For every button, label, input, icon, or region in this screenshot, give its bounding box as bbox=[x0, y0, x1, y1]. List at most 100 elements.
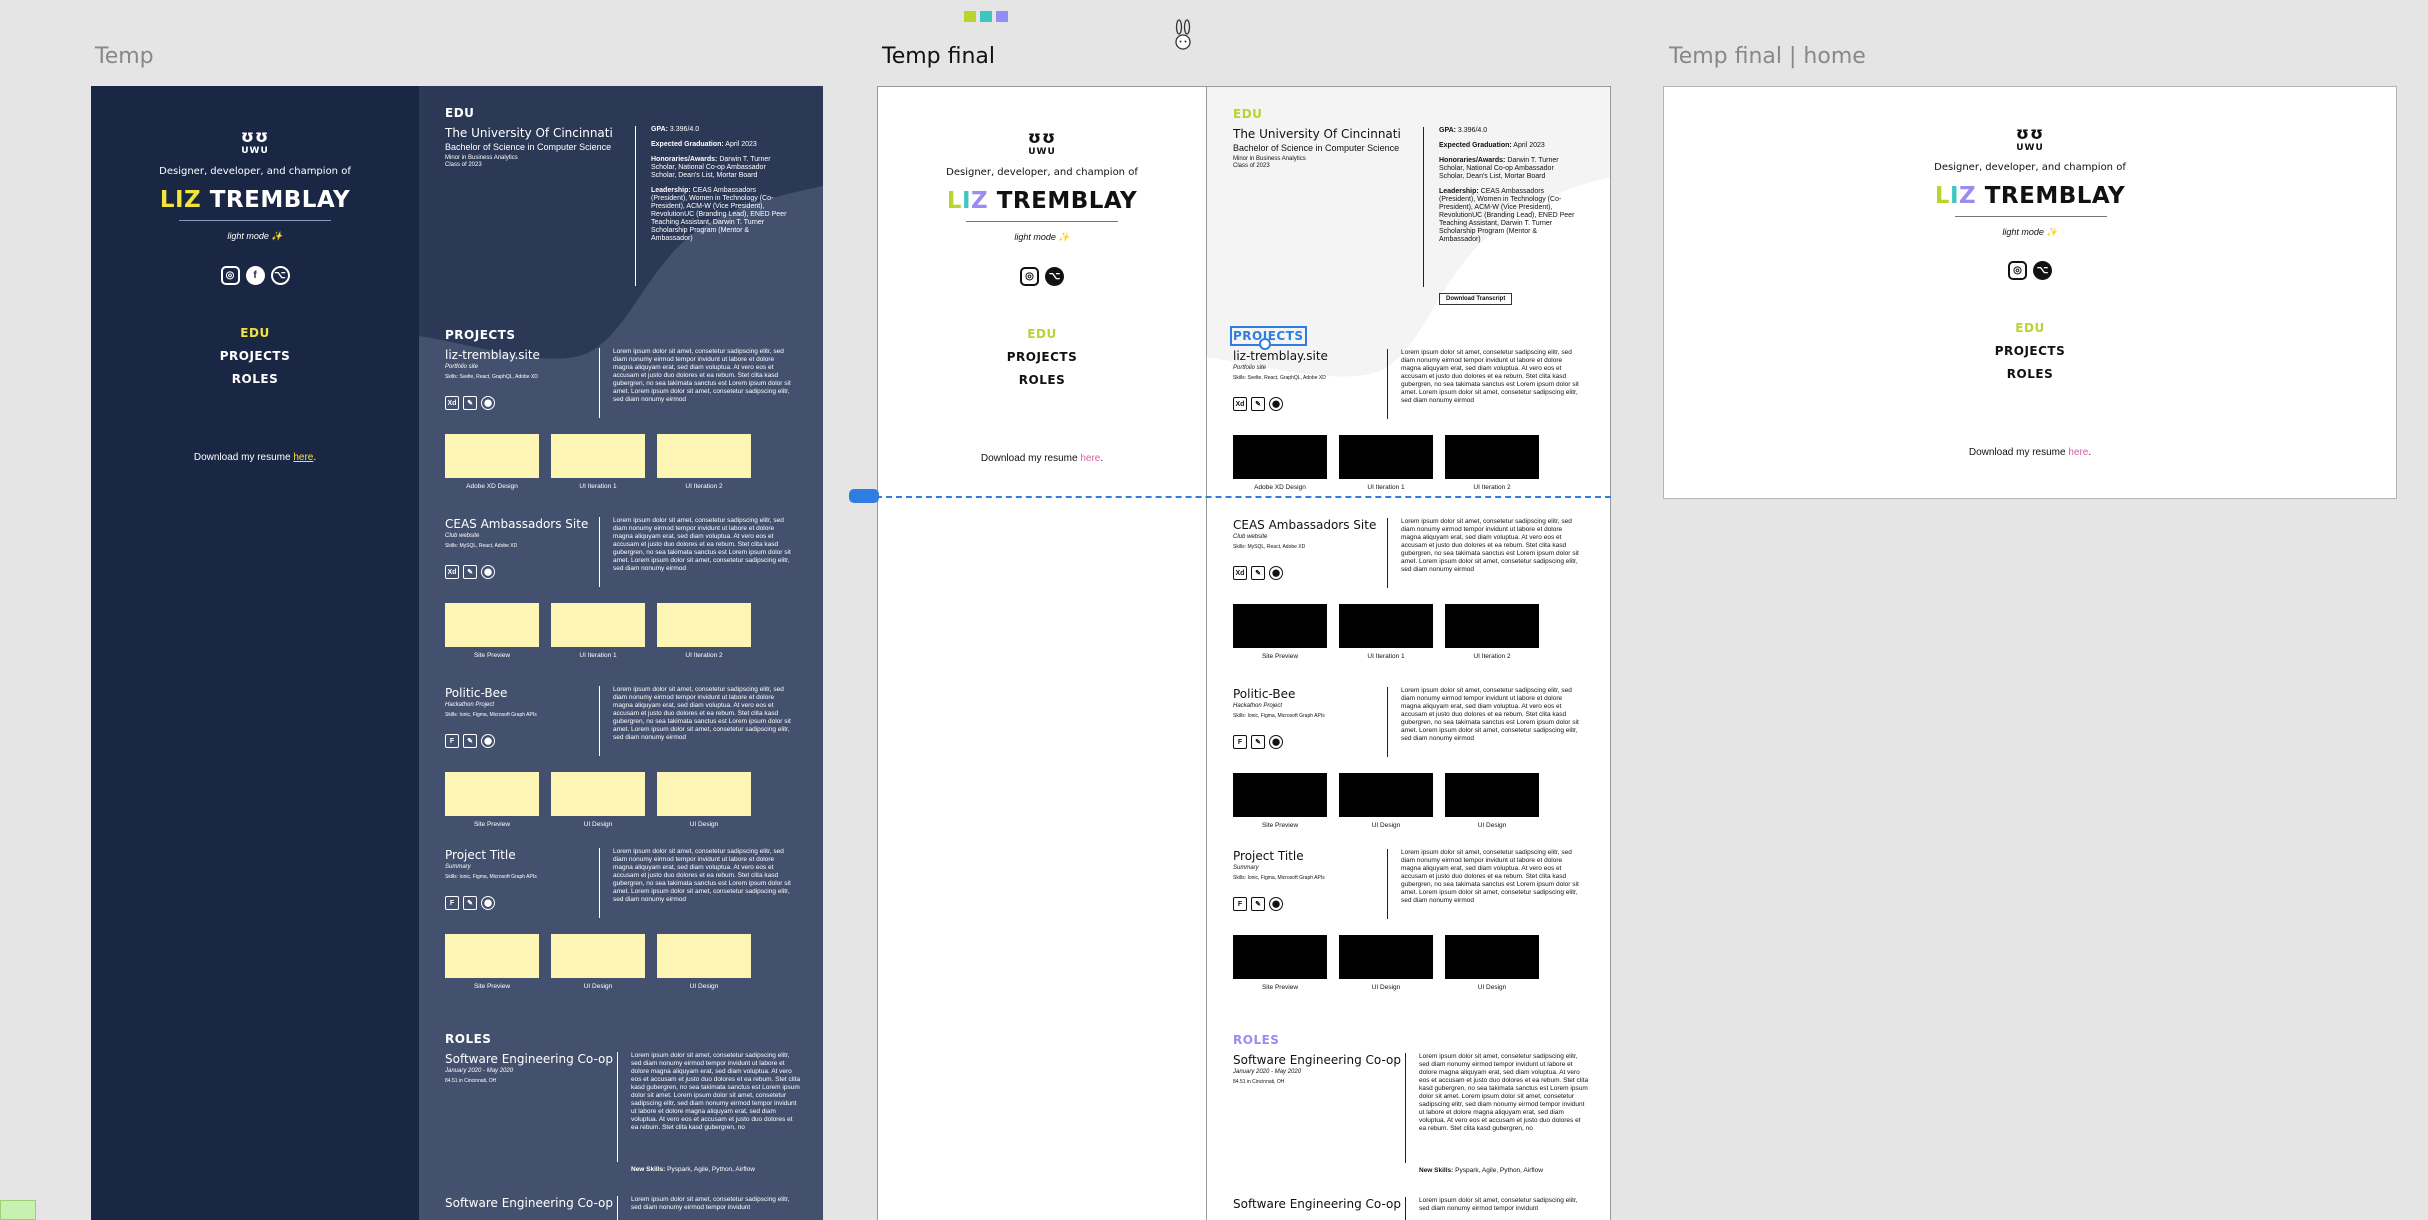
adobe-xd-icon[interactable]: Xd bbox=[1233, 397, 1247, 411]
swatch-lime[interactable] bbox=[964, 11, 976, 22]
canvas-marker[interactable] bbox=[0, 1200, 36, 1220]
project-thumbnail[interactable] bbox=[1339, 435, 1433, 479]
nav-projects[interactable]: PROJECTS bbox=[1664, 340, 2396, 363]
figma-icon[interactable]: F bbox=[445, 896, 459, 910]
project-thumbnail[interactable] bbox=[551, 772, 645, 816]
link-icon[interactable]: ✎ bbox=[1251, 566, 1265, 580]
adobe-xd-icon[interactable]: Xd bbox=[445, 565, 459, 579]
project-thumbnail[interactable] bbox=[445, 934, 539, 978]
adobe-xd-icon[interactable]: Xd bbox=[445, 396, 459, 410]
link-icon[interactable]: ✎ bbox=[1251, 735, 1265, 749]
mode-toggle[interactable]: light mode ✨ bbox=[878, 232, 1206, 243]
mode-toggle[interactable]: light mode ✨ bbox=[91, 231, 419, 242]
project-thumbnail[interactable] bbox=[1339, 773, 1433, 817]
university-block: The University Of Cincinnati Bachelor of… bbox=[1233, 127, 1423, 169]
role-location: 84.51 in Cincinnati, OH bbox=[445, 1078, 497, 1084]
mode-toggle[interactable]: light mode ✨ bbox=[1664, 227, 2396, 238]
name-heading: LIZ TREMBLAY bbox=[946, 188, 1138, 214]
github-icon[interactable]: ⬤ bbox=[1269, 397, 1283, 411]
project-skills: Skills: Ionic, Figma, Microsoft Graph AP… bbox=[445, 874, 537, 880]
github-icon[interactable]: ⬤ bbox=[481, 396, 495, 410]
link-icon[interactable]: ✎ bbox=[463, 396, 477, 410]
github-icon[interactable]: ⬤ bbox=[481, 734, 495, 748]
project-thumbnail[interactable] bbox=[1445, 604, 1539, 648]
frame-label-temp-final-home[interactable]: Temp final | home bbox=[1669, 44, 1866, 69]
frame-label-temp-final[interactable]: Temp final bbox=[882, 44, 995, 69]
frame-temp-final-home[interactable]: ʊʊ UWU Designer, developer, and champion … bbox=[1663, 86, 2397, 499]
frame-label-temp[interactable]: Temp bbox=[95, 44, 154, 69]
project-thumbnail[interactable] bbox=[657, 603, 751, 647]
nav-projects[interactable]: PROJECTS bbox=[91, 345, 419, 368]
nav-edu[interactable]: EDU bbox=[878, 323, 1206, 346]
project-skills: Skills: Ionic, Figma, Microsoft Graph AP… bbox=[1233, 875, 1325, 881]
resume-line: Download my resume here. bbox=[1968, 447, 2092, 458]
thumbnail-caption: Site Preview bbox=[1261, 653, 1299, 660]
github-icon[interactable]: ⌥ bbox=[1045, 267, 1064, 286]
project-card: Politic-Bee Hackathon Project Skills: Io… bbox=[1233, 687, 1593, 847]
link-icon[interactable]: ✎ bbox=[1251, 397, 1265, 411]
edu-details: GPA: 3.396/4.0 Expected Graduation: Apri… bbox=[1439, 127, 1575, 243]
project-title: liz-tremblay.site bbox=[445, 348, 540, 362]
project-thumbnail[interactable] bbox=[657, 772, 751, 816]
nav-roles[interactable]: ROLES bbox=[878, 369, 1206, 392]
class-year: Class of 2023 bbox=[445, 162, 482, 168]
link-icon[interactable]: ✎ bbox=[463, 734, 477, 748]
swatch-purple[interactable] bbox=[996, 11, 1008, 22]
project-thumbnail[interactable] bbox=[445, 434, 539, 478]
project-thumbnail[interactable] bbox=[551, 434, 645, 478]
project-thumbnail[interactable] bbox=[551, 603, 645, 647]
scroll-guide-line[interactable] bbox=[866, 496, 1611, 498]
github-icon[interactable]: ⬤ bbox=[1269, 566, 1283, 580]
nav-roles[interactable]: ROLES bbox=[1664, 363, 2396, 386]
github-icon[interactable]: ⬤ bbox=[481, 896, 495, 910]
frame-temp-final[interactable]: ʊʊ UWU Designer, developer, and champion … bbox=[877, 86, 1611, 1220]
project-thumbnail[interactable] bbox=[1445, 773, 1539, 817]
project-thumbnail[interactable] bbox=[1445, 935, 1539, 979]
instagram-icon[interactable]: ◎ bbox=[2008, 261, 2027, 280]
github-icon[interactable]: ⬤ bbox=[1269, 897, 1283, 911]
figma-icon[interactable]: F bbox=[1233, 735, 1247, 749]
resume-link[interactable]: here bbox=[2068, 447, 2088, 458]
adobe-xd-icon[interactable]: Xd bbox=[1233, 566, 1247, 580]
nav-edu[interactable]: EDU bbox=[1664, 317, 2396, 340]
github-icon[interactable]: ⌥ bbox=[2033, 261, 2052, 280]
project-thumbnail[interactable] bbox=[1339, 935, 1433, 979]
download-transcript-button[interactable]: Download Transcript bbox=[1439, 293, 1513, 305]
github-icon[interactable]: ⌥ bbox=[270, 266, 290, 285]
nav-roles[interactable]: ROLES bbox=[91, 368, 419, 391]
thumbnail-caption: UI Iteration 2 bbox=[685, 483, 723, 490]
project-thumbnail[interactable] bbox=[1445, 435, 1539, 479]
thumbnail-caption: UI Iteration 2 bbox=[685, 652, 723, 659]
project-thumbnail[interactable] bbox=[445, 603, 539, 647]
scroll-guide-handle[interactable] bbox=[849, 489, 879, 503]
link-icon[interactable]: ✎ bbox=[463, 565, 477, 579]
color-swatches[interactable] bbox=[964, 11, 1008, 22]
resume-link[interactable]: here bbox=[1080, 453, 1100, 464]
resume-link[interactable]: here bbox=[293, 452, 313, 463]
link-icon[interactable]: ✎ bbox=[1251, 897, 1265, 911]
project-thumbnail[interactable] bbox=[445, 772, 539, 816]
project-thumbnail[interactable] bbox=[551, 934, 645, 978]
project-thumbnail[interactable] bbox=[1233, 773, 1327, 817]
link-icon[interactable]: ✎ bbox=[463, 896, 477, 910]
github-icon[interactable]: ⬤ bbox=[481, 565, 495, 579]
project-thumbnail[interactable] bbox=[1233, 604, 1327, 648]
instagram-icon[interactable]: ◎ bbox=[220, 266, 240, 285]
github-icon[interactable]: ⬤ bbox=[1269, 735, 1283, 749]
figma-icon[interactable]: F bbox=[445, 734, 459, 748]
frame-temp[interactable]: ʊʊ UWU Designer, developer, and champion … bbox=[91, 86, 823, 1220]
project-thumbnail[interactable] bbox=[1233, 935, 1327, 979]
facebook-icon[interactable]: f bbox=[245, 266, 265, 285]
nav-edu[interactable]: EDU bbox=[91, 322, 419, 345]
project-thumbnail[interactable] bbox=[657, 934, 751, 978]
thumbnail-caption: UI Iteration 1 bbox=[579, 483, 617, 490]
swatch-teal[interactable] bbox=[980, 11, 992, 22]
figma-icon[interactable]: F bbox=[1233, 897, 1247, 911]
project-thumbnail[interactable] bbox=[1233, 435, 1327, 479]
instagram-icon[interactable]: ◎ bbox=[1020, 267, 1039, 286]
project-description: Lorem ipsum dolor sit amet, consetetur s… bbox=[1401, 687, 1579, 742]
project-thumbnail[interactable] bbox=[657, 434, 751, 478]
project-thumbnail[interactable] bbox=[1339, 604, 1433, 648]
role-skills: New Skills: Pyspark, Agile, Python, Airf… bbox=[1419, 1167, 1543, 1174]
nav-projects[interactable]: PROJECTS bbox=[878, 346, 1206, 369]
